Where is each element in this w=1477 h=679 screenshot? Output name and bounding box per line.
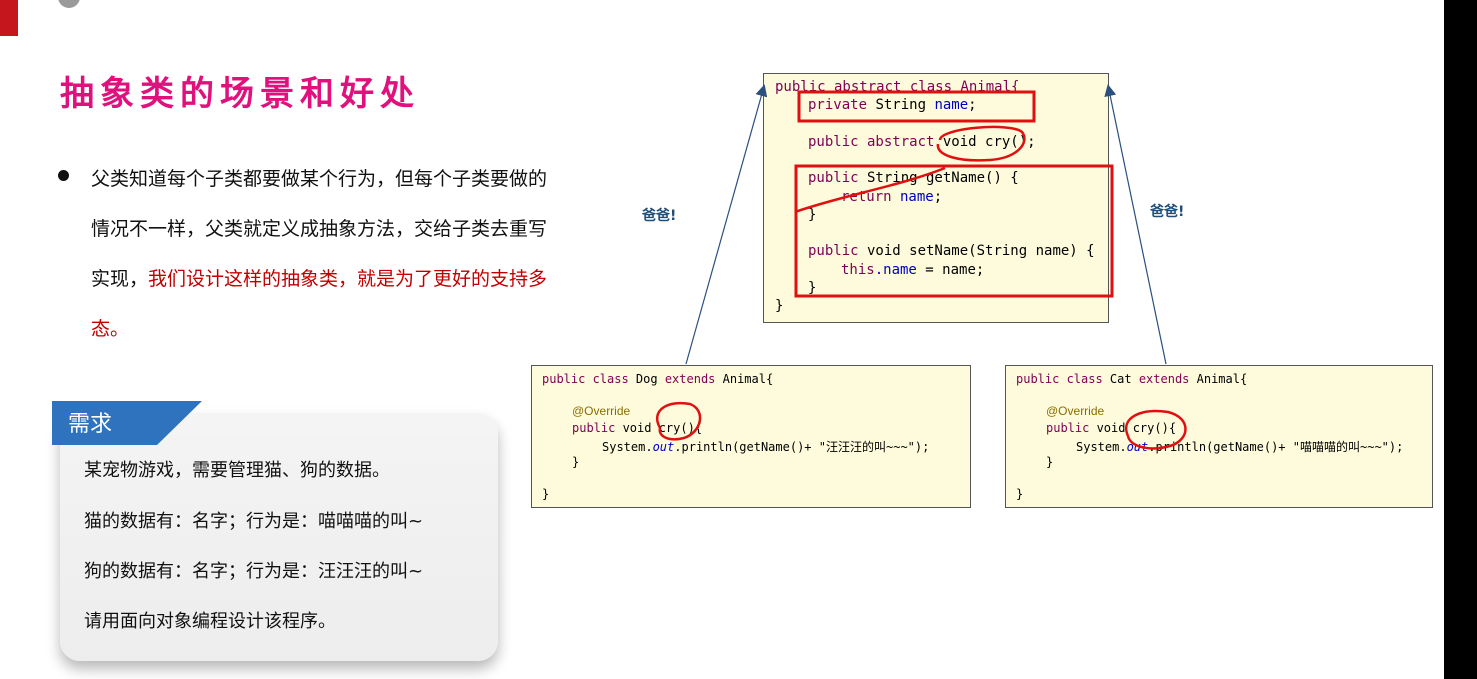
code-field: .name [874,262,917,278]
code-keyword: public abstract [808,134,935,150]
code-text: void cry(){ [615,421,703,435]
code-text: Animal{ [1189,372,1248,386]
code-line: private String name; [808,97,977,113]
demand-tag-label: 需求 [68,412,113,437]
code-keyword: public [1046,421,1090,435]
code-block-cat: public class Cat extends Animal{ @Overri… [1005,365,1433,508]
code-keyword: public class [1016,372,1103,386]
logo-icon [58,0,80,8]
code-text: } [808,280,817,296]
code-keyword: public [572,421,616,435]
code-line: public class Dog extends Animal{ [542,372,773,386]
code-block-dog: public class Dog extends Animal{ @Overri… [531,365,971,508]
code-line: } [808,207,816,223]
code-line: public abstract void cry(); [808,134,1036,150]
code-text: ); [1388,440,1404,454]
code-text: } [775,298,784,314]
inheritance-arrow-left [685,84,768,365]
code-keyword: public class [542,372,629,386]
window-edge [1444,0,1477,679]
code-line: public void cry(){ [1046,421,1176,435]
corner-accent [0,0,18,36]
bullet-text: 父类知道每个子类都要做某个行为，但每个子类要做的情况不一样，父类就定义成抽象方法… [91,154,561,354]
code-keyword: extends [1138,372,1190,386]
code-line: } [1016,487,1023,501]
code-string: "喵喵喵的叫~~~" [1292,440,1389,454]
code-text: public abstract class Animal{ [775,79,1020,95]
code-keyword: extends [664,372,716,386]
code-text: void cry(); [934,134,1036,150]
code-field: name [934,97,969,113]
code-text: String getName() { [858,170,1019,186]
code-line: public void setName(String name) { [808,243,1095,259]
inheritance-arrow-right [1104,84,1167,365]
code-field: name [891,189,934,205]
code-text: } [542,487,550,501]
arrow-label-right: 爸爸! [1150,204,1185,220]
code-block-animal: public abstract class Animal{ private St… [763,73,1109,323]
code-line: } [572,455,579,469]
code-text: System. [602,440,653,454]
code-line: } [808,280,816,296]
code-line: this.name = name; [841,262,984,278]
code-text: System. [1076,440,1127,454]
code-text: Dog [628,372,665,386]
arrow-label-left: 爸爸! [642,208,677,224]
code-text: = name; [916,262,985,278]
demand-line: 狗的数据有：名字；行为是：汪汪汪的叫~ [84,561,424,582]
code-line: System.out.println(getName()+ "汪汪汪的叫~~~"… [602,438,929,455]
code-line: } [775,298,783,314]
demand-line: 猫的数据有：名字；行为是：喵喵喵的叫~ [84,511,424,532]
code-annotation: @Override [572,404,631,418]
code-text: void cry(){ [1089,421,1177,435]
code-line: public class Cat extends Animal{ [1016,372,1247,386]
code-text: void setName(String name) { [858,243,1095,259]
code-field: out [1126,440,1149,454]
code-keyword: public [808,170,859,186]
code-field: out [652,440,675,454]
code-text: ; [968,97,977,113]
code-text: Animal{ [715,372,774,386]
code-text: } [808,207,817,223]
code-text: } [1016,487,1024,501]
demand-line: 某宠物游戏，需要管理猫、狗的数据。 [84,460,390,481]
code-string: "汪汪汪的叫~~~" [818,440,915,454]
code-keyword: return [841,189,892,205]
code-text: ); [914,440,930,454]
code-text: .println(getName()+ [1148,440,1293,454]
code-text: String [867,97,935,113]
code-text: .println(getName()+ [674,440,819,454]
demand-line: 请用面向对象编程设计该程序。 [84,611,336,632]
code-line: public abstract class Animal{ [775,79,1019,95]
code-keyword: public [808,243,859,259]
code-text: Cat [1102,372,1139,386]
code-annotation: @Override [1046,404,1105,418]
code-text: } [572,455,580,469]
slide-title: 抽象类的场景和好处 [60,74,420,114]
code-line: System.out.println(getName()+ "喵喵喵的叫~~~"… [1076,438,1403,455]
code-line: public String getName() { [808,170,1019,186]
code-line: return name; [841,189,942,205]
code-text: } [1046,455,1054,469]
code-keyword: private [808,97,868,113]
bullet-text-highlight: 我们设计这样的抽象类，就是为了更好的支持多态。 [91,268,548,340]
code-line: } [1046,455,1053,469]
code-line: } [542,487,549,501]
code-keyword: this [841,262,875,278]
code-text: ; [933,189,943,205]
code-line: public void cry(){ [572,421,702,435]
bullet-icon [58,170,69,181]
